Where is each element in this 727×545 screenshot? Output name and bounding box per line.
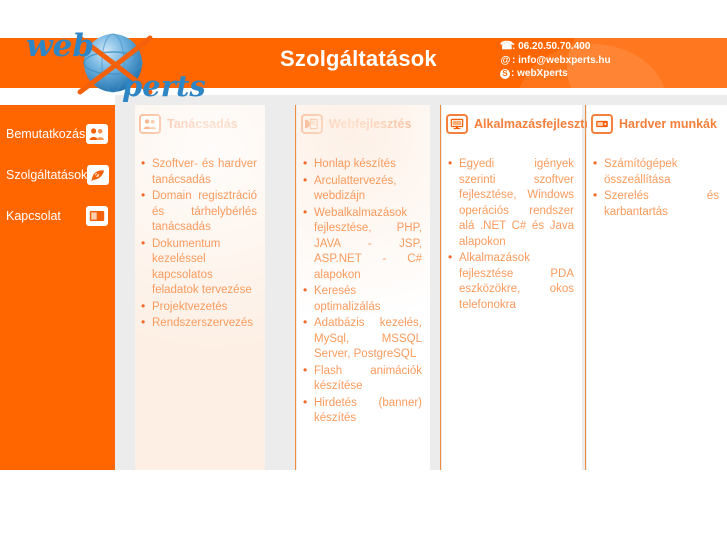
list-item: Szoftver- és hardver tanácsadás (141, 156, 257, 188)
service-list: Honlap készítés Arculattervezés, webdizá… (297, 143, 430, 427)
satellite-dish-icon (87, 164, 110, 185)
svg-text:perts: perts (122, 69, 206, 102)
service-list: Egyedi igények szerinti szoftver fejlesz… (442, 143, 582, 313)
contact-info: ☎ : 06.20.50.70.400 @ : info@webxperts.h… (500, 40, 611, 81)
list-item: Projektvezetés (141, 299, 257, 316)
contact-row-phone: ☎ : 06.20.50.70.400 (500, 40, 611, 54)
sidebar-nav: Bemutatkozás Szolgáltatások Kapcsolat (0, 105, 115, 470)
people-icon (139, 114, 161, 134)
skype-icon: S (500, 68, 510, 79)
page-root: Szolgáltatások web perts ☎ : 06.20.50.70… (0, 0, 727, 545)
contact-row-email[interactable]: @ : info@webxperts.hu (500, 54, 611, 68)
content-area: Tanácsadás Szoftver- és hardver tanácsad… (115, 95, 727, 470)
people-icon (86, 123, 108, 144)
service-column-hardver-munkak: Hardver munkák Számítógépek összeállítás… (587, 105, 727, 470)
contact-phone-text: : 06.20.50.70.400 (512, 41, 591, 52)
email-icon: @ (500, 54, 511, 66)
service-column-alkalmazasfejlesztes: Alkalmazásfejlesztés Egyedi igények szer… (442, 105, 598, 470)
service-list: Számítógépek összeállítása Szerelés és k… (587, 143, 727, 220)
column-title: Alkalmazásfejlesztés (474, 117, 599, 131)
column-header: Alkalmazásfejlesztés (442, 105, 598, 143)
column-title: Webfejlesztés (329, 117, 412, 131)
svg-text:web: web (26, 28, 94, 64)
contact-row-skype[interactable]: S : webXperts (500, 67, 611, 81)
list-item: Dokumentum kezeléssel kapcsolatos felada… (141, 236, 257, 299)
sidebar-item-label: Bemutatkozás (6, 126, 86, 141)
sidebar-item-bemutatkozas[interactable]: Bemutatkozás (0, 113, 115, 154)
list-item: Rendszerszervezés (141, 315, 257, 332)
column-title: Tanácsadás (167, 117, 238, 131)
sidebar-item-szolgaltatasok[interactable]: Szolgáltatások (0, 154, 115, 195)
list-item: Arculattervezés, webdizájn (303, 173, 422, 205)
sidebar-item-kapcsolat[interactable]: Kapcsolat (0, 195, 115, 236)
list-item: Egyedi igények szerinti szoftver fejlesz… (448, 156, 574, 250)
monitor-icon (446, 114, 468, 134)
site-logo[interactable]: web perts (18, 16, 218, 102)
list-item: Honlap készítés (303, 156, 422, 173)
contact-card-icon (86, 205, 108, 226)
column-header: Tanácsadás (135, 105, 265, 143)
list-item: Hirdetés (banner) készítés (303, 395, 422, 427)
column-header: Hardver munkák (587, 105, 727, 143)
list-item: Szerelés és karbantartás (593, 188, 719, 220)
service-column-tanacsadas: Tanácsadás Szoftver- és hardver tanácsad… (135, 105, 265, 470)
list-item: Számítógépek összeállítása (593, 156, 719, 188)
phone-icon: ☎ (500, 40, 514, 52)
service-list: Szoftver- és hardver tanácsadás Domain r… (135, 143, 265, 332)
page-title: Szolgáltatások (280, 46, 437, 71)
contact-skype-text[interactable]: : webXperts (511, 67, 568, 81)
service-column-webfejlesztes: Webfejlesztés Honlap készítés Arculatter… (297, 105, 430, 470)
list-item: Webalkalmazások fejlesztése, PHP, JAVA -… (303, 205, 422, 284)
column-header: Webfejlesztés (297, 105, 430, 143)
hardware-icon (591, 114, 613, 134)
sidebar-item-label: Kapcsolat (6, 208, 61, 223)
sidebar-item-label: Szolgáltatások (6, 167, 88, 182)
column-divider (295, 105, 296, 470)
column-divider (440, 105, 441, 470)
column-divider (585, 105, 586, 470)
column-title: Hardver munkák (619, 117, 717, 131)
list-item: Keresés optimalizálás (303, 283, 422, 315)
document-chart-icon (301, 114, 323, 134)
list-item: Domain regisztráció és tárhelybérlés tan… (141, 188, 257, 236)
contact-email-text[interactable]: : info@webxperts.hu (512, 54, 611, 68)
list-item: Flash animációk készítése (303, 363, 422, 395)
list-item: Adatbázis kezelés, MySql, MSSQL Server, … (303, 315, 422, 363)
list-item: Alkalmazások fejlesztése PDA eszközökre,… (448, 250, 574, 313)
